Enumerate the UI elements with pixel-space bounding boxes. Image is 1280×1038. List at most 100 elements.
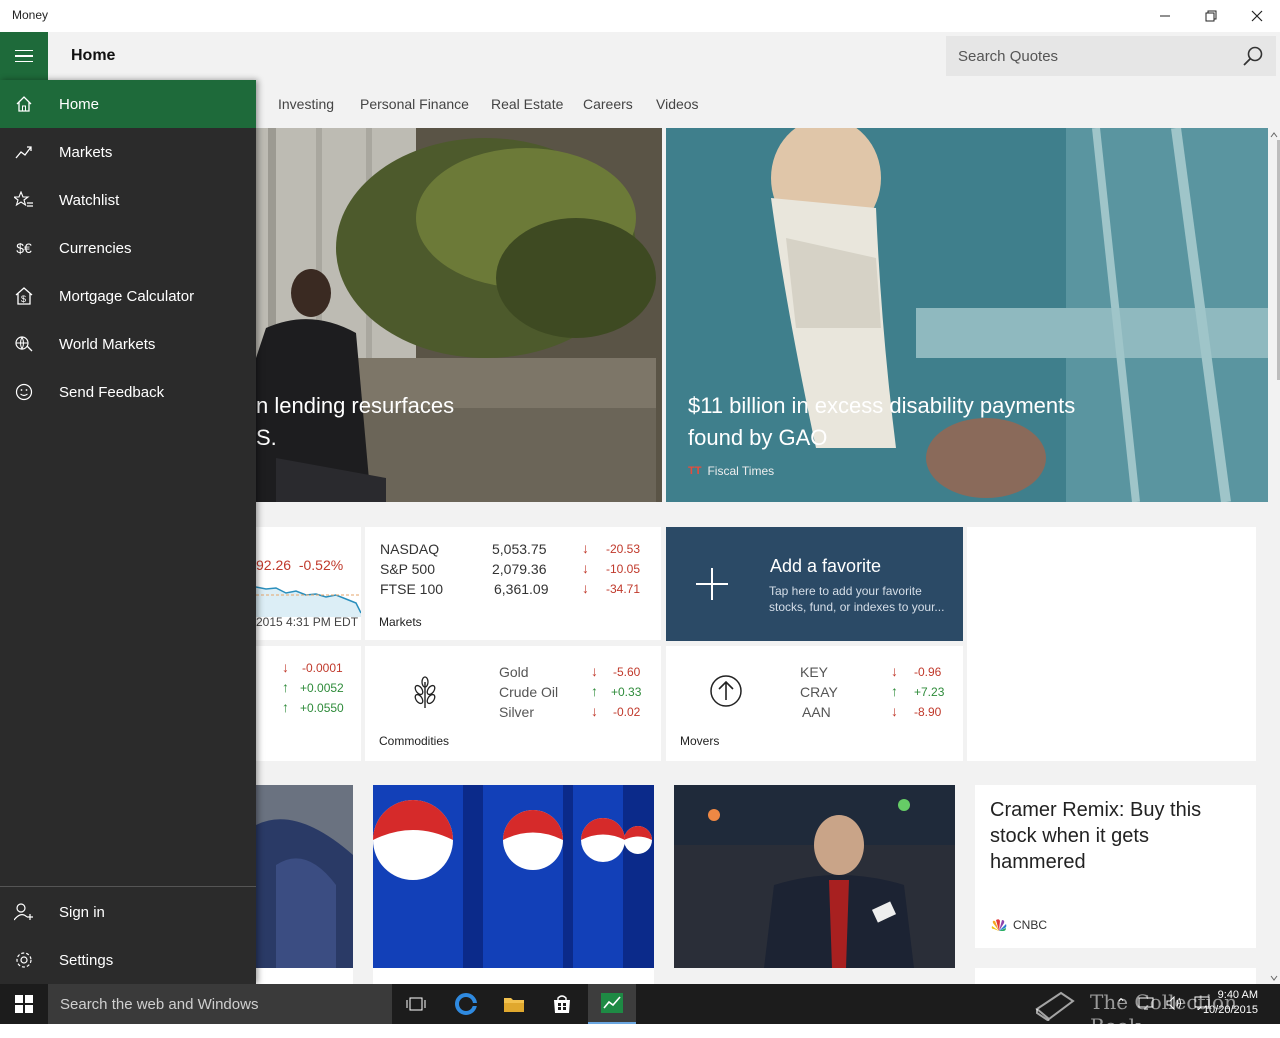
index-value: 92.26 xyxy=(256,557,292,573)
tab-personal-finance[interactable]: Personal Finance xyxy=(360,96,469,112)
index-sparkline xyxy=(256,586,361,617)
nav-item-mortgage-calculator[interactable]: $ Mortgage Calculator xyxy=(0,272,256,320)
nav-item-currencies[interactable]: $€ Currencies xyxy=(0,224,256,272)
wheat-icon xyxy=(414,676,436,708)
add-favorite-tile[interactable]: Add a favorite Tap here to add your favo… xyxy=(666,527,963,641)
article-tile-partial[interactable] xyxy=(256,968,353,984)
hero-right-caption-line-1: $11 billion in excess disability payment… xyxy=(688,393,1076,418)
cramer-headline-line-1: Cramer Remix: Buy this xyxy=(990,799,1202,821)
scroll-down-icon[interactable] xyxy=(1268,972,1280,984)
hero-left-caption-line-1: n lending resurfaces xyxy=(256,393,455,418)
tab-careers[interactable]: Careers xyxy=(583,96,633,112)
arrow-up-icon: ↑ xyxy=(282,679,289,695)
mover-symbol: AAN xyxy=(802,704,831,720)
restore-icon xyxy=(1205,10,1217,22)
article-tile-partial[interactable] xyxy=(975,968,1256,984)
commodities-tile[interactable]: Gold ↓ -5.60 Crude Oil ↑ +0.33 Silver ↓ … xyxy=(365,646,661,761)
pepsi-bottles-image xyxy=(373,785,654,968)
nav-item-home[interactable]: Home xyxy=(0,80,256,128)
arrow-up-icon: ↑ xyxy=(591,683,598,699)
article-tile[interactable] xyxy=(373,785,654,968)
empty-tile xyxy=(967,527,1256,761)
arrow-up-circle-icon xyxy=(710,675,742,707)
svg-text:$: $ xyxy=(21,294,26,304)
index-tile[interactable]: 92.26 -0.52% 2015 4:31 PM EDT xyxy=(256,527,361,640)
money-app-taskbar-button[interactable] xyxy=(588,984,636,1024)
add-favorite-description: Tap here to add your favorite stocks, fu… xyxy=(769,583,944,615)
edge-taskbar-button[interactable] xyxy=(442,984,490,1024)
cramer-headline: Cramer Remix: Buy this stock when it get… xyxy=(990,797,1201,875)
title-bar: Money xyxy=(0,0,1280,32)
taskbar-search-box[interactable]: Search the web and Windows xyxy=(48,984,392,1024)
minimize-button[interactable] xyxy=(1142,0,1188,32)
nav-item-watchlist[interactable]: Watchlist xyxy=(0,176,256,224)
markets-tile[interactable]: NASDAQ 5,053.75 ↓ -20.53 S&P 500 2,079.3… xyxy=(365,527,661,640)
nav-label: Settings xyxy=(59,951,114,969)
globe-pin-icon xyxy=(0,320,48,368)
arrow-down-icon: ↓ xyxy=(891,703,898,719)
watermark-text: The Collection Book xyxy=(1090,990,1237,1038)
mover-symbol: CRAY xyxy=(800,684,838,700)
currency-change: -0.0001 xyxy=(302,661,343,675)
nav-label: Markets xyxy=(59,143,113,161)
markets-row-change: -20.53 xyxy=(606,542,641,556)
hamburger-line xyxy=(15,49,33,52)
article-tile-partial[interactable] xyxy=(373,968,654,984)
mover-change: +7.23 xyxy=(914,685,945,699)
article-tile[interactable] xyxy=(256,785,353,968)
person-add-icon xyxy=(0,888,48,936)
add-favorite-title: Add a favorite xyxy=(770,556,882,576)
taskbar-search-placeholder[interactable]: Search the web and Windows xyxy=(60,996,258,1013)
start-button[interactable] xyxy=(0,984,48,1024)
scrollbar[interactable] xyxy=(1268,128,1280,984)
cramer-headline-line-3: hammered xyxy=(990,851,1086,873)
markets-row-value: 5,053.75 xyxy=(492,541,547,557)
commodity-name: Silver xyxy=(499,704,535,720)
hero-article-left[interactable]: n lending resurfaces S. xyxy=(256,128,662,502)
nav-item-sign-in[interactable]: Sign in xyxy=(0,888,256,936)
tab-investing[interactable]: Investing xyxy=(278,96,334,112)
index-change: -0.52% xyxy=(298,557,344,573)
nav-divider xyxy=(0,886,256,887)
hero-left-caption-line-2: S. xyxy=(256,425,277,450)
close-button[interactable] xyxy=(1234,0,1280,32)
currencies-tile[interactable]: ↓ -0.0001 ↑ +0.0052 ↑ +0.0550 xyxy=(256,646,361,761)
search-input[interactable]: Search Quotes xyxy=(958,48,1058,65)
search-icon[interactable] xyxy=(1242,45,1264,67)
store-button[interactable] xyxy=(538,984,586,1024)
hamburger-line xyxy=(15,55,33,57)
tab-videos[interactable]: Videos xyxy=(656,96,699,112)
nav-label: Sign in xyxy=(59,903,105,921)
nav-label: World Markets xyxy=(59,335,156,353)
nav-item-world-markets[interactable]: World Markets xyxy=(0,320,256,368)
markets-row-name: NASDAQ xyxy=(380,541,440,557)
task-view-button[interactable] xyxy=(392,984,440,1024)
cramer-article-tile[interactable]: Cramer Remix: Buy this stock when it get… xyxy=(975,785,1256,948)
navigation-pane: Home Markets Watchlist $€ Currencies $ M… xyxy=(0,80,256,984)
mover-change: -8.90 xyxy=(914,705,942,719)
nav-item-settings[interactable]: Settings xyxy=(0,936,256,984)
home-icon xyxy=(0,80,48,128)
close-icon xyxy=(1251,10,1263,22)
commodities-tile-label: Commodities xyxy=(379,734,450,748)
nav-label: Send Feedback xyxy=(59,383,165,401)
hero-article-right[interactable]: $11 billion in excess disability payment… xyxy=(666,128,1268,502)
index-timestamp: 2015 4:31 PM EDT xyxy=(256,615,359,629)
book-watermark-icon xyxy=(1030,984,1080,1024)
tab-real-estate[interactable]: Real Estate xyxy=(491,96,563,112)
arrow-down-icon: ↓ xyxy=(282,659,289,675)
commodity-name: Crude Oil xyxy=(499,684,559,700)
nav-item-markets[interactable]: Markets xyxy=(0,128,256,176)
cnbc-peacock-icon xyxy=(991,919,1007,931)
gear-icon xyxy=(0,936,48,984)
arrow-up-icon: ↑ xyxy=(282,699,289,715)
search-quotes-box[interactable]: Search Quotes xyxy=(946,36,1276,76)
restore-button[interactable] xyxy=(1188,0,1234,32)
hero-right-caption: $11 billion in excess disability payment… xyxy=(688,390,1075,454)
article-tile[interactable] xyxy=(674,785,955,968)
hamburger-menu-button[interactable] xyxy=(0,32,48,80)
movers-tile[interactable]: KEY ↓ -0.96 CRAY ↑ +7.23 AAN ↓ -8.90 Mov… xyxy=(666,646,963,761)
file-explorer-button[interactable] xyxy=(490,984,538,1024)
currency-change: +0.0550 xyxy=(300,701,344,715)
nav-item-send-feedback[interactable]: Send Feedback xyxy=(0,368,256,416)
